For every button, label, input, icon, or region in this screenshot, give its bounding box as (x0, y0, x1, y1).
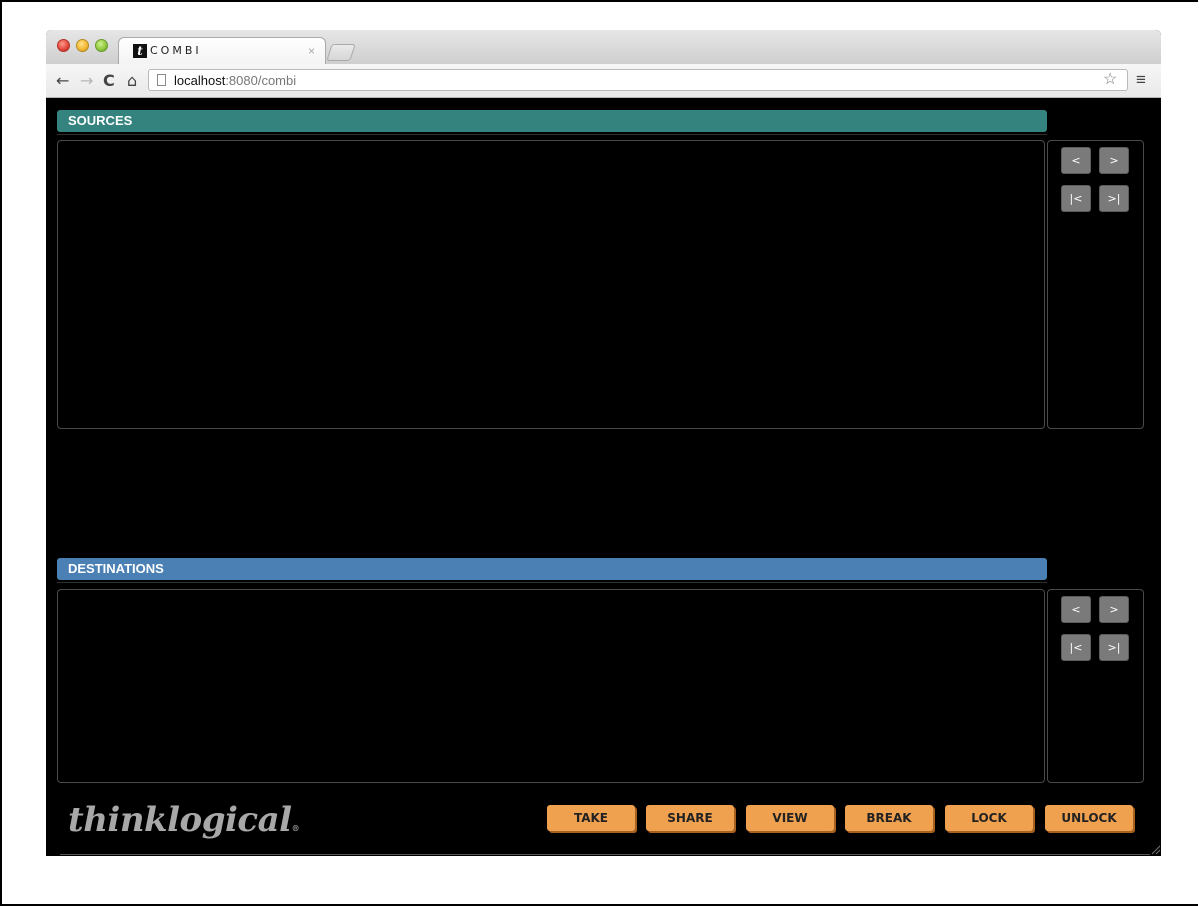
unlock-button[interactable]: UNLOCK (1045, 805, 1133, 831)
sources-list[interactable] (57, 140, 1045, 429)
back-arrow-icon[interactable]: ← (56, 72, 69, 90)
destinations-header-divider (57, 582, 1047, 583)
break-button[interactable]: BREAK (845, 805, 933, 831)
destinations-next-page-button[interactable]: > (1099, 596, 1129, 623)
footer-divider (60, 854, 1150, 855)
browser-window: t COMBI × ← → C ⌂ localhost:8080/combi ☆… (46, 30, 1161, 856)
lock-button[interactable]: LOCK (945, 805, 1033, 831)
sources-first-page-button[interactable]: |< (1061, 185, 1091, 212)
tab-combi[interactable]: t COMBI × (118, 37, 326, 65)
tab-strip: t COMBI × (46, 30, 1161, 65)
registered-mark: ® (291, 823, 300, 833)
url-text: localhost:8080/combi (174, 73, 296, 88)
resize-grip-icon[interactable] (1151, 845, 1161, 855)
view-button[interactable]: VIEW (746, 805, 834, 831)
forward-arrow-icon[interactable]: → (80, 72, 93, 90)
close-window-button[interactable] (57, 39, 70, 52)
home-icon[interactable]: ⌂ (127, 72, 137, 90)
destinations-header: DESTINATIONS (57, 558, 1047, 580)
thinklogical-logo: thinklogical® (68, 800, 300, 848)
bookmark-star-icon[interactable]: ☆ (1103, 71, 1117, 89)
browser-toolbar: ← → C ⌂ localhost:8080/combi ☆ ≡ (46, 64, 1161, 98)
sources-prev-page-button[interactable]: < (1061, 147, 1091, 174)
destinations-prev-page-button[interactable]: < (1061, 596, 1091, 623)
close-tab-icon[interactable]: × (308, 44, 315, 58)
reload-icon[interactable]: C (103, 72, 115, 90)
sources-pager: < > |< >| (1047, 140, 1144, 429)
take-button[interactable]: TAKE (547, 805, 635, 831)
url-path: :8080/combi (225, 73, 297, 88)
sources-last-page-button[interactable]: >| (1099, 185, 1129, 212)
minimize-window-button[interactable] (76, 39, 89, 52)
destinations-pager: < > |< >| (1047, 589, 1144, 783)
new-tab-button[interactable] (326, 44, 356, 61)
destinations-last-page-button[interactable]: >| (1099, 634, 1129, 661)
page-icon (157, 74, 166, 86)
menu-icon[interactable]: ≡ (1136, 71, 1146, 89)
favicon-icon: t (133, 44, 147, 58)
share-button[interactable]: SHARE (646, 805, 734, 831)
zoom-window-button[interactable] (95, 39, 108, 52)
destinations-first-page-button[interactable]: |< (1061, 634, 1091, 661)
brand-wordmark: thinklogical (68, 800, 292, 840)
url-host: localhost (174, 73, 226, 88)
address-bar[interactable]: localhost:8080/combi (148, 69, 1128, 91)
sources-header-divider (57, 134, 1047, 135)
sources-header: SOURCES (57, 110, 1047, 132)
sources-next-page-button[interactable]: > (1099, 147, 1129, 174)
destinations-list[interactable] (57, 589, 1045, 783)
tab-title: COMBI (150, 44, 202, 57)
